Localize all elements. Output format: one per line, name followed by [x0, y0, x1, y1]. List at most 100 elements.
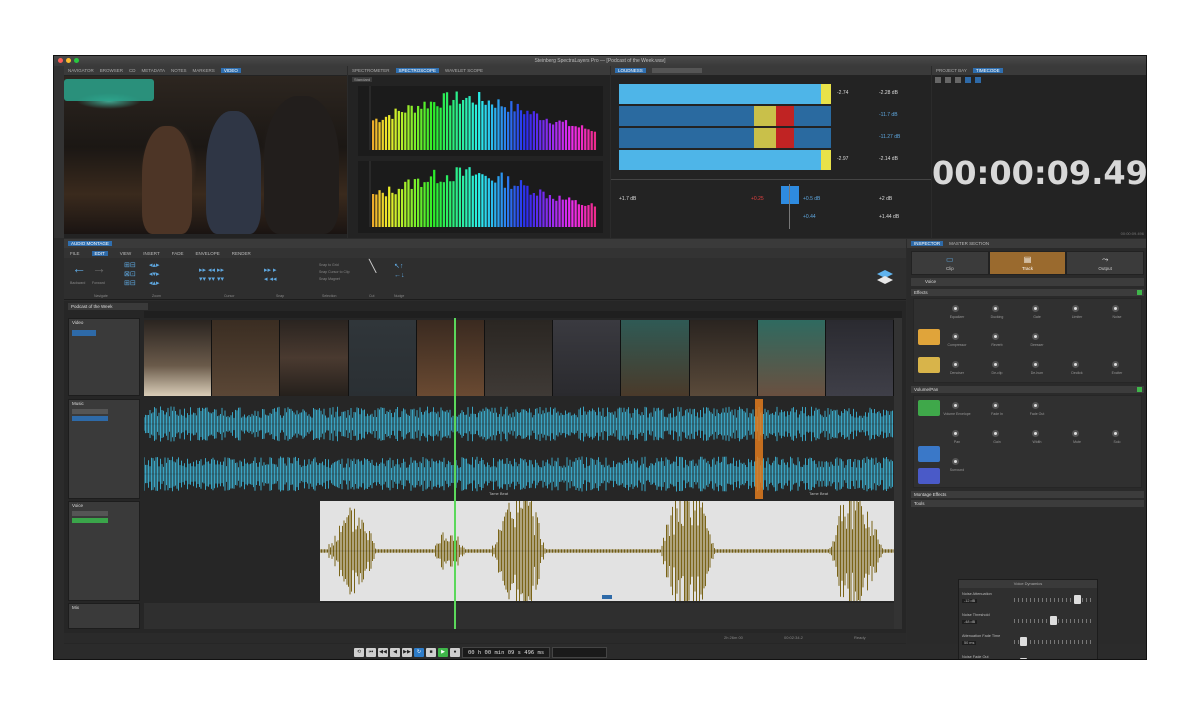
compressor-icon[interactable]: [952, 333, 959, 340]
montage-tab[interactable]: Podcast of the Week: [68, 303, 148, 310]
meter-preset-selector[interactable]: [651, 68, 702, 73]
param-value[interactable]: -12 dB: [962, 599, 978, 603]
tab-fade[interactable]: FADE: [172, 251, 184, 256]
voice-clip[interactable]: [319, 476, 894, 626]
declick-icon[interactable]: [1072, 361, 1079, 368]
gain-icon[interactable]: [992, 430, 999, 437]
section-montage-effects[interactable]: Montage Effects: [911, 491, 1144, 498]
tab-notes[interactable]: NOTES: [171, 68, 187, 73]
section-effects[interactable]: Effects: [911, 289, 1144, 296]
tab-inspector[interactable]: INSPECTOR: [911, 241, 944, 246]
tab-timecode[interactable]: TIMECODE: [972, 68, 1003, 73]
section-volume-pan[interactable]: Volume/Pan: [911, 386, 1144, 393]
mute-icon[interactable]: [1072, 430, 1079, 437]
tab-file[interactable]: FILE: [70, 251, 80, 256]
track-control[interactable]: [72, 330, 96, 336]
layers-icon[interactable]: [876, 268, 894, 286]
tab-wavelet-scope[interactable]: WAVELET SCOPE: [445, 68, 483, 73]
pan-icon[interactable]: [952, 430, 959, 437]
timecode-tool-icon[interactable]: [965, 77, 971, 83]
selection-marker[interactable]: [755, 399, 763, 499]
tab-spectrometer[interactable]: SPECTROMETER: [352, 68, 390, 73]
tab-navigator[interactable]: NAVIGATOR: [68, 68, 94, 73]
tab-loudness[interactable]: LOUDNESS: [615, 68, 646, 73]
param-slider-thumb[interactable]: [1050, 616, 1057, 625]
volume-envelope-icon[interactable]: [952, 402, 959, 409]
arrow-right-icon[interactable]: →: [92, 261, 106, 275]
record-button[interactable]: ●: [450, 647, 460, 657]
forward-button[interactable]: ▶▶: [402, 647, 412, 657]
add-effect-button[interactable]: [1137, 290, 1142, 295]
tab-view[interactable]: VIEW: [120, 251, 132, 256]
timecode-tool-icon[interactable]: [935, 77, 941, 83]
cycle-button[interactable]: ↻: [414, 647, 424, 657]
timecode-tool-icon[interactable]: [955, 77, 961, 83]
limiter-icon[interactable]: [1072, 305, 1079, 312]
tab-project-bay[interactable]: PROJECT BAY: [936, 68, 967, 73]
track-control[interactable]: [72, 409, 108, 414]
tab-master-section[interactable]: MASTER SECTION: [949, 241, 989, 246]
play-button[interactable]: ▶: [438, 647, 448, 657]
go-to-start-button[interactable]: ⏮: [366, 647, 376, 657]
music-waveform[interactable]: [144, 399, 894, 499]
surround-button[interactable]: [918, 468, 940, 484]
close-window-button[interactable]: [58, 58, 63, 63]
tab-envelope[interactable]: ENVELOPE: [195, 251, 219, 256]
tab-spectroscope[interactable]: SPECTROSCOPE: [395, 68, 440, 73]
param-slider-thumb[interactable]: [1020, 658, 1027, 659]
de-clip-icon[interactable]: [992, 361, 999, 368]
param-value[interactable]: -48 dB: [962, 620, 978, 624]
exciter-icon[interactable]: [1112, 361, 1119, 368]
zoom-tools-icon[interactable]: ⊞⊟ ⊠⊡ ⊞⊟: [124, 261, 136, 288]
clip-handle[interactable]: [602, 595, 612, 599]
param-slider-thumb[interactable]: [1020, 637, 1027, 646]
width-icon[interactable]: [1032, 430, 1039, 437]
track-control[interactable]: [72, 518, 108, 523]
cut-icon[interactable]: ╲: [369, 260, 376, 272]
nudge-tools-icon[interactable]: ↖↑ ←↓: [394, 262, 405, 280]
denoiser-icon[interactable]: [952, 361, 959, 368]
tab-markers[interactable]: MARKERS: [193, 68, 215, 73]
gate-icon[interactable]: [1032, 305, 1039, 312]
solo-icon[interactable]: [1112, 430, 1119, 437]
voice-dynamics-titlebar[interactable]: Voice Dynamics: [959, 580, 1097, 588]
timecode-tool-icon[interactable]: [945, 77, 951, 83]
option-snap-grid[interactable]: Snap to Grid: [319, 263, 339, 267]
equalizer-icon[interactable]: [952, 305, 959, 312]
zoom-window-button[interactable]: [74, 58, 79, 63]
playhead[interactable]: [454, 318, 456, 629]
param-value[interactable]: 50 ms: [962, 641, 977, 645]
track-header-voice[interactable]: Voice: [68, 501, 140, 601]
tab-metadata[interactable]: METADATA: [142, 68, 166, 73]
volume-envelope-button[interactable]: [918, 400, 940, 416]
mode-track-button[interactable]: ▤ Track: [988, 251, 1067, 275]
loop-button[interactable]: ⟲: [354, 647, 364, 657]
track-header-mix[interactable]: Mix: [68, 603, 140, 629]
arrow-left-icon[interactable]: ←: [72, 261, 86, 275]
tab-browser[interactable]: BROWSER: [100, 68, 123, 73]
previous-marker-button[interactable]: ◀◀: [378, 647, 388, 657]
timeline-ruler[interactable]: [144, 311, 902, 318]
video-clip[interactable]: [144, 320, 895, 396]
inspector-target-field[interactable]: Voice: [911, 278, 1144, 286]
mode-output-button[interactable]: ⤳ Output: [1066, 251, 1145, 275]
deesser-icon[interactable]: [1032, 333, 1039, 340]
tab-cd[interactable]: CD: [129, 68, 136, 73]
timecode-tool-icon[interactable]: [975, 77, 981, 83]
spectrum-mode-chip[interactable]: Standard: [352, 77, 373, 82]
track-control[interactable]: [72, 511, 108, 516]
ducking-icon[interactable]: [992, 305, 999, 312]
cursor-tools-icon[interactable]: ◂▴▸ ◂▾▸ ◂▴▸: [149, 261, 160, 288]
selection-tools-icon[interactable]: ▸▸ ▸ ◂ ◂◂: [264, 266, 277, 284]
tab-render[interactable]: RENDER: [232, 251, 251, 256]
de-hum-icon[interactable]: [1032, 361, 1039, 368]
fade-in-icon[interactable]: [992, 402, 999, 409]
left-dock-strip[interactable]: [54, 66, 64, 238]
track-control[interactable]: [72, 416, 108, 421]
snap-tools-icon[interactable]: ▸▸ ◂◂ ▸▸ ▾▾ ▾▾ ▾▾: [199, 266, 224, 284]
reverb-icon[interactable]: [992, 333, 999, 340]
tab-insert[interactable]: INSERT: [143, 251, 159, 256]
rewind-button[interactable]: ◀: [390, 647, 400, 657]
mode-clip-button[interactable]: ▭ Clip: [911, 251, 989, 275]
tab-video[interactable]: VIDEO: [220, 68, 241, 73]
